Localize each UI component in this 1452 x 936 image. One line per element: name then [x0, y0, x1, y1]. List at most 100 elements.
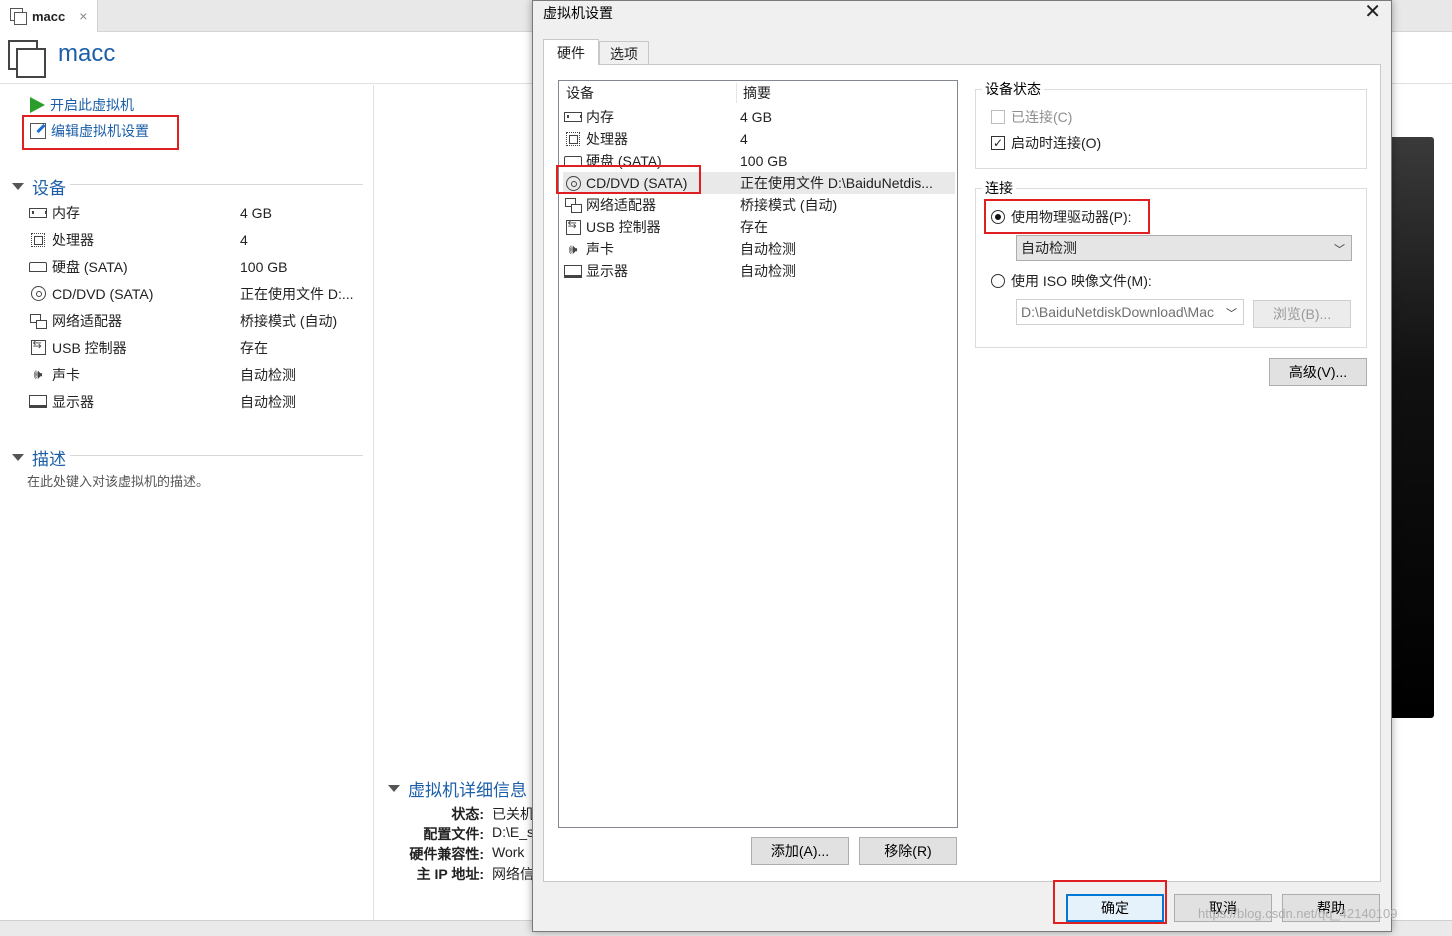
- close-icon[interactable]: ✕: [1364, 0, 1381, 24]
- list-item-value: 4 GB: [740, 109, 772, 125]
- checkbox-box: [991, 110, 1005, 124]
- list-item-name: 网络适配器: [586, 197, 656, 213]
- device-row-memory[interactable]: 内存 4 GB: [28, 199, 368, 226]
- description-placeholder[interactable]: 在此处键入对该虚拟机的描述。: [27, 471, 209, 490]
- add-button[interactable]: 添加(A)...: [751, 837, 849, 865]
- detail-value: 已关机: [492, 806, 534, 822]
- power-on-label: 开启此虚拟机: [50, 97, 134, 113]
- vm-tab[interactable]: macc ×: [0, 0, 98, 32]
- hardware-panel: 设备 摘要 内存 4 GB 处理器 4 硬盘 (SATA) 100 GB CD/…: [543, 64, 1381, 882]
- detail-key: 硬件兼容性:: [409, 846, 484, 862]
- play-icon: [30, 97, 45, 113]
- cpu-icon: [563, 132, 583, 146]
- iso-image-label: 使用 ISO 映像文件(M):: [1011, 273, 1152, 289]
- column-device-label: 设备: [566, 85, 594, 101]
- power-on-link[interactable]: 开启此虚拟机: [30, 95, 134, 115]
- detail-key: 主 IP 地址:: [416, 866, 484, 882]
- device-name: 显示器: [52, 393, 94, 410]
- device-value: 桥接模式 (自动): [240, 312, 338, 329]
- device-row-sound[interactable]: 🕪 声卡 自动检测: [28, 361, 368, 388]
- advanced-button[interactable]: 高级(V)...: [1269, 358, 1367, 386]
- highlight-box: [556, 165, 701, 194]
- list-item-value: 桥接模式 (自动): [740, 197, 838, 213]
- physical-drive-select[interactable]: 自动检测 ﹀: [1016, 235, 1352, 261]
- device-row-display[interactable]: 显示器 自动检测: [28, 388, 368, 415]
- device-row-cdrom[interactable]: CD/DVD (SATA) 正在使用文件 D:...: [28, 280, 368, 307]
- column-header-device[interactable]: 设备: [559, 81, 736, 105]
- divider: [70, 455, 363, 456]
- list-item-usb[interactable]: USB 控制器 存在: [563, 216, 955, 238]
- chevron-down-icon: ﹀: [1226, 308, 1237, 320]
- device-name: 硬盘 (SATA): [52, 258, 128, 275]
- device-value: 4: [240, 231, 248, 248]
- list-item-memory[interactable]: 内存 4 GB: [563, 106, 955, 128]
- tab-options[interactable]: 选项: [599, 41, 649, 65]
- device-value: 正在使用文件 D:...: [240, 285, 354, 302]
- list-item-value: 正在使用文件 D:\BaiduNetdis...: [740, 175, 933, 191]
- list-item-network[interactable]: 网络适配器 桥接模式 (自动): [563, 194, 955, 216]
- connect-at-power-on-checkbox[interactable]: ✓ 启动时连接(O): [991, 133, 1101, 153]
- connected-checkbox[interactable]: 已连接(C): [991, 107, 1072, 127]
- vm-settings-dialog: 虚拟机设置 ✕ 硬件 选项 设备 摘要 内存 4 GB 处理器 4 硬盘 (SA…: [532, 0, 1392, 932]
- detail-key: 状态:: [451, 806, 484, 822]
- iso-image-radio[interactable]: 使用 ISO 映像文件(M):: [991, 271, 1152, 291]
- monitor-icon: [563, 264, 583, 278]
- memory-icon: [28, 205, 48, 221]
- iso-path-combobox[interactable]: D:\BaiduNetdiskDownload\Mac ﹀: [1016, 299, 1244, 325]
- vm-screen-preview[interactable]: [1390, 137, 1434, 718]
- column-header-summary[interactable]: 摘要: [736, 81, 956, 105]
- connection-label: 连接: [982, 178, 1016, 198]
- network-adapter-icon: [563, 198, 583, 213]
- vm-icon: [10, 8, 27, 25]
- device-row-usb[interactable]: USB 控制器 存在: [28, 334, 368, 361]
- details-section-header[interactable]: 虚拟机详细信息: [388, 776, 527, 801]
- connected-label: 已连接(C): [1011, 109, 1073, 125]
- collapse-icon: [388, 785, 400, 792]
- device-name: CD/DVD (SATA): [52, 285, 154, 302]
- devices-header-label: 设备: [32, 179, 66, 198]
- device-row-network[interactable]: 网络适配器 桥接模式 (自动): [28, 307, 368, 334]
- collapse-icon: [12, 183, 24, 190]
- highlight-box: [1053, 880, 1167, 924]
- list-item-value: 自动检测: [740, 241, 796, 257]
- device-name: USB 控制器: [52, 339, 127, 356]
- list-item-name: 处理器: [586, 131, 628, 147]
- list-item-value: 自动检测: [740, 263, 796, 279]
- chevron-down-icon: ﹀: [1334, 244, 1345, 256]
- device-row-disk[interactable]: 硬盘 (SATA) 100 GB: [28, 253, 368, 280]
- device-row-cpu[interactable]: 处理器 4: [28, 226, 368, 253]
- list-item-value: 4: [740, 131, 748, 147]
- remove-button[interactable]: 移除(R): [859, 837, 957, 865]
- highlight-box: [22, 115, 179, 150]
- detail-value: 网络信: [492, 866, 534, 882]
- usb-icon: [28, 338, 48, 356]
- device-name: 内存: [52, 204, 80, 221]
- detail-value: D:\E_s: [492, 824, 535, 840]
- device-name: 处理器: [52, 231, 94, 248]
- list-item-value: 存在: [740, 219, 768, 235]
- list-item-display[interactable]: 显示器 自动检测: [563, 260, 955, 282]
- list-item-sound[interactable]: 🕪 声卡 自动检测: [563, 238, 955, 260]
- vm-summary-panel: 开启此虚拟机 编辑虚拟机设置 设备 内存 4 GB 处理器 4 硬盘 (SATA…: [0, 85, 374, 920]
- description-section-header[interactable]: 描述: [12, 445, 66, 470]
- divider: [70, 184, 363, 185]
- radio-unselected-icon: [991, 274, 1005, 288]
- highlight-box: [984, 199, 1150, 234]
- tab-hardware[interactable]: 硬件: [543, 39, 599, 65]
- device-name: 网络适配器: [52, 312, 122, 329]
- close-tab-icon[interactable]: ×: [79, 8, 87, 24]
- browse-button[interactable]: 浏览(B)...: [1253, 300, 1351, 328]
- iso-path-value: D:\BaiduNetdiskDownload\Mac: [1021, 304, 1214, 320]
- device-value: 100 GB: [240, 258, 288, 275]
- details-header-label: 虚拟机详细信息: [408, 781, 527, 800]
- description-header-label: 描述: [32, 450, 66, 469]
- list-item-name: 内存: [586, 109, 614, 125]
- tab-options-label: 选项: [610, 45, 638, 62]
- list-item-cpu[interactable]: 处理器 4: [563, 128, 955, 150]
- device-status-label: 设备状态: [982, 79, 1044, 99]
- collapse-icon: [12, 454, 24, 461]
- detail-key: 配置文件:: [423, 826, 484, 842]
- device-value: 存在: [240, 339, 268, 356]
- dialog-title: 虚拟机设置: [543, 5, 613, 21]
- devices-section-header[interactable]: 设备: [12, 174, 66, 199]
